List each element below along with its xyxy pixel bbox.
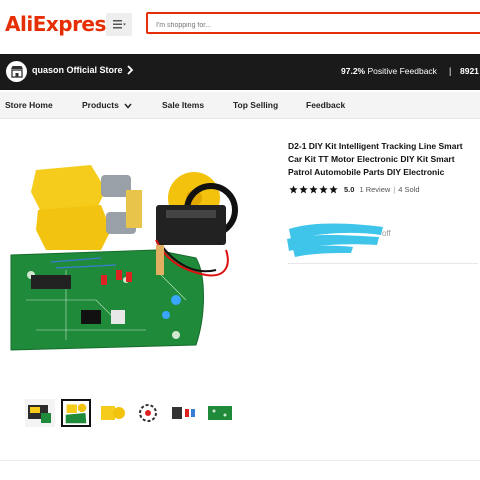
nav-products[interactable]: Products bbox=[82, 100, 132, 110]
followers-count: 8921 bbox=[460, 66, 479, 76]
star-icon bbox=[299, 185, 308, 194]
thumbnail-strip bbox=[25, 399, 235, 427]
positive-feedback-label: Positive Feedback bbox=[367, 66, 437, 76]
thumbnail-1[interactable] bbox=[25, 399, 55, 427]
thumbnail-2[interactable] bbox=[61, 399, 91, 427]
store-nav: Store Home Products Sale Items Top Selli… bbox=[0, 92, 480, 119]
section-divider bbox=[0, 460, 480, 461]
rating-value: 5.0 bbox=[344, 185, 355, 194]
nav-top-selling[interactable]: Top Selling bbox=[233, 100, 278, 110]
rating-stars bbox=[289, 185, 338, 194]
thumbnail-5[interactable] bbox=[169, 399, 199, 427]
star-icon bbox=[309, 185, 318, 194]
rating-separator: | bbox=[393, 185, 396, 194]
store-icon bbox=[10, 66, 23, 78]
thumbnail-6[interactable] bbox=[205, 399, 235, 427]
thumbnail-4[interactable] bbox=[133, 399, 163, 427]
store-bar-divider: | bbox=[449, 66, 452, 76]
discount-off-label: off bbox=[382, 229, 391, 238]
info-divider bbox=[288, 263, 478, 264]
product-main-image[interactable] bbox=[6, 150, 268, 360]
rating-row: 5.0 1 Review | 4 Sold bbox=[289, 185, 420, 194]
top-header: AliExpress bbox=[0, 0, 480, 52]
positive-feedback: 97.2% Positive Feedback bbox=[341, 66, 437, 76]
nav-feedback[interactable]: Feedback bbox=[306, 100, 345, 110]
star-icon bbox=[319, 185, 328, 194]
chevron-down-icon bbox=[124, 103, 132, 109]
sold-count: 4 Sold bbox=[398, 185, 420, 194]
store-name-link[interactable]: quason Official Store bbox=[32, 65, 123, 75]
star-icon bbox=[289, 185, 298, 194]
hamburger-menu-icon bbox=[112, 20, 126, 29]
store-bar: quason Official Store 97.2% Positive Fee… bbox=[0, 54, 480, 90]
review-count-link[interactable]: 1 Review bbox=[359, 185, 390, 194]
chevron-right-icon[interactable] bbox=[126, 64, 134, 76]
search-box[interactable] bbox=[146, 12, 480, 35]
nav-store-home[interactable]: Store Home bbox=[5, 100, 53, 110]
nav-sale-items[interactable]: Sale Items bbox=[162, 100, 204, 110]
category-menu-button[interactable] bbox=[106, 13, 132, 36]
search-input[interactable] bbox=[148, 16, 456, 35]
nav-products-label: Products bbox=[82, 100, 119, 110]
store-avatar[interactable] bbox=[6, 61, 27, 82]
star-icon bbox=[329, 185, 338, 194]
positive-feedback-value: 97.2% bbox=[341, 66, 366, 76]
product-title: D2-1 DIY Kit Intelligent Tracking Line S… bbox=[288, 141, 463, 177]
aliexpress-logo[interactable]: AliExpress bbox=[5, 12, 118, 36]
thumbnail-3[interactable] bbox=[97, 399, 127, 427]
